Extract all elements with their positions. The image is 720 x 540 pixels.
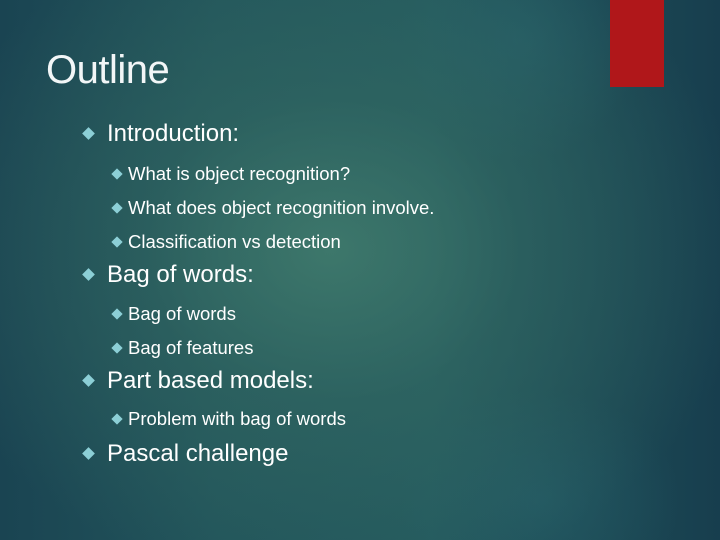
bullet-item-level1: Part based models:: [80, 367, 314, 395]
bullet-text: Pascal challenge: [107, 440, 289, 467]
diamond-bullet-icon: [111, 341, 123, 354]
slide: Outline Introduction: What is object rec…: [0, 0, 720, 540]
diamond-bullet-icon: [111, 235, 123, 248]
bullet-text: Bag of features: [128, 337, 254, 358]
diamond-bullet-icon: [111, 167, 123, 180]
bullet-item-level2: Classification vs detection: [110, 231, 341, 253]
accent-bar: [610, 0, 664, 87]
slide-title: Outline: [46, 48, 170, 92]
diamond-bullet-icon: [82, 267, 95, 281]
bullet-text: Introduction:: [107, 120, 240, 147]
bullet-text: Bag of words: [128, 303, 236, 324]
bullet-text: Part based models:: [107, 367, 314, 394]
bullet-text: Problem with bag of words: [128, 408, 346, 429]
diamond-bullet-icon: [82, 126, 95, 140]
bullet-item-level1: Bag of words:: [80, 261, 254, 289]
bullet-item-level1: Pascal challenge: [80, 440, 288, 468]
diamond-bullet-icon: [111, 412, 123, 425]
diamond-bullet-icon: [111, 307, 123, 320]
diamond-bullet-icon: [82, 446, 95, 460]
bullet-item-level2: Problem with bag of words: [110, 408, 346, 430]
diamond-bullet-icon: [111, 201, 123, 214]
bullet-item-level2: Bag of features: [110, 337, 253, 359]
diamond-bullet-icon: [82, 373, 95, 387]
bullet-text: What does object recognition involve.: [128, 197, 435, 218]
bullet-item-level1: Introduction:: [80, 120, 239, 148]
bullet-text: Bag of words:: [107, 261, 254, 288]
bullet-item-level2: What is object recognition?: [110, 163, 350, 185]
bullet-item-level2: Bag of words: [110, 303, 236, 325]
bullet-text: Classification vs detection: [128, 231, 341, 252]
bullet-item-level2: What does object recognition involve.: [110, 197, 434, 219]
bullet-text: What is object recognition?: [128, 163, 351, 184]
